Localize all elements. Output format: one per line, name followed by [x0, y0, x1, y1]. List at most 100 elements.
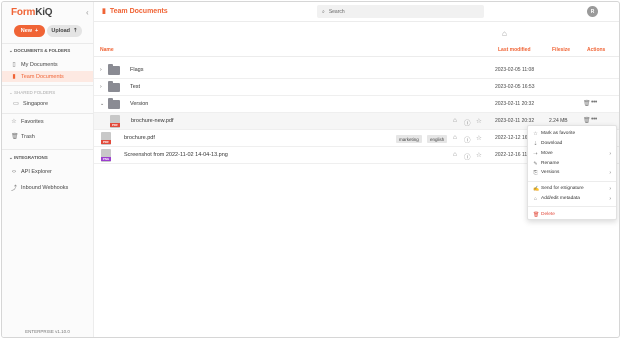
- chevron-right-icon[interactable]: ›: [100, 67, 102, 73]
- chevron-right-icon: ›: [609, 150, 611, 157]
- row-name[interactable]: Test: [130, 84, 140, 90]
- search-input[interactable]: ⌕ Search: [317, 5, 484, 18]
- new-button[interactable]: New +: [14, 25, 45, 37]
- row-date: 2023-02-05 11:08: [495, 67, 535, 73]
- menu-item-download[interactable]: ⇣ Download: [528, 139, 616, 148]
- menu-divider: [528, 181, 616, 182]
- sidebar-item-trash[interactable]: 🗑 Trash: [2, 131, 93, 142]
- column-name[interactable]: Name: [100, 47, 114, 53]
- menu-item-rename[interactable]: ✎ Rename: [528, 159, 616, 168]
- section-integrations[interactable]: ⌄ INTEGRATIONS: [9, 155, 48, 161]
- trash-icon: 🗑: [533, 211, 540, 218]
- menu-item-mark-favorite[interactable]: ☆ Mark as favorite: [528, 129, 616, 138]
- code-icon: ‹›: [12, 168, 16, 175]
- sidebar-item-favorites[interactable]: ☆ Favorites: [2, 116, 93, 127]
- menu-item-edit-metadata[interactable]: ⌂ Add/edit metadata ›: [528, 194, 616, 203]
- chevron-right-icon: ›: [609, 195, 611, 202]
- team-document-icon: ▮: [102, 8, 106, 15]
- sidebar-item-api-explorer[interactable]: ‹› API Explorer: [2, 166, 93, 177]
- column-actions: Actions: [587, 47, 606, 53]
- collapse-sidebar-icon[interactable]: ‹: [86, 8, 89, 17]
- menu-item-delete[interactable]: 🗑 Delete: [528, 210, 616, 219]
- version-label: ENTERPRISE v1.10.0: [25, 329, 70, 334]
- section-shared[interactable]: ⌄ SHARED FOLDERS: [9, 90, 55, 96]
- menu-item-send-esignature[interactable]: ✍ Send for eSignature ›: [528, 184, 616, 193]
- section-documents[interactable]: ⌄ DOCUMENTS & FOLDERS: [9, 48, 70, 54]
- folder-icon: [108, 64, 120, 75]
- tag-filter-icon[interactable]: ⌂: [502, 29, 507, 38]
- tag-icon[interactable]: ⌂: [453, 117, 457, 124]
- upload-button[interactable]: Upload ⇡: [47, 25, 82, 37]
- app-logo[interactable]: FormKiQ: [11, 7, 53, 18]
- table-row[interactable]: › Flags 2023-02-05 11:08: [94, 62, 619, 79]
- row-date: 2023-02-11 20:32: [495, 101, 535, 107]
- star-icon[interactable]: ☆: [476, 134, 482, 142]
- menu-item-versions[interactable]: ⎘ Versions ›: [528, 168, 616, 177]
- trash-icon[interactable]: 🗑: [583, 117, 591, 124]
- rename-icon: ✎: [533, 160, 538, 167]
- tag-icon[interactable]: ⌂: [453, 151, 457, 158]
- upload-icon: ⇡: [73, 28, 78, 34]
- download-icon: ⇣: [533, 140, 538, 147]
- pdf-file-icon: PDF: [110, 115, 120, 128]
- row-name[interactable]: brochure.pdf: [124, 135, 155, 141]
- tag-badge[interactable]: english: [427, 135, 448, 143]
- row-date: 2022-12-12 16: [495, 135, 528, 141]
- new-button-label: New: [20, 28, 33, 34]
- upload-button-label: Upload: [51, 28, 71, 34]
- menu-item-label: Rename: [541, 161, 560, 166]
- webhook-icon: ⤴: [11, 186, 18, 192]
- row-name[interactable]: Version: [130, 101, 148, 107]
- chevron-right-icon: ›: [609, 169, 611, 176]
- sidebar-item-label: Favorites: [21, 118, 44, 125]
- search-icon: ⌕: [322, 8, 325, 15]
- row-name[interactable]: Screenshot from 2022-11-02 14-04-13.png: [124, 152, 228, 158]
- table-row[interactable]: ⌄ Version 2023-02-11 20:32 🗑 •••: [94, 96, 619, 113]
- info-icon[interactable]: ⓘ: [464, 117, 471, 127]
- star-icon[interactable]: ☆: [476, 151, 482, 159]
- versions-icon: ⎘: [533, 169, 538, 176]
- team-document-icon: ▮: [12, 74, 16, 80]
- menu-item-label: Move: [541, 151, 553, 156]
- sidebar: FormKiQ ‹ New + Upload ⇡ ⌄ DOCUMENTS & F…: [2, 2, 94, 337]
- avatar[interactable]: R: [587, 6, 598, 17]
- sidebar-item-label: Inbound Webhooks: [21, 184, 69, 191]
- star-icon[interactable]: ☆: [476, 117, 482, 125]
- plus-icon: +: [35, 28, 39, 34]
- menu-divider: [528, 206, 616, 207]
- info-icon[interactable]: ⓘ: [464, 151, 471, 161]
- sidebar-item-my-documents[interactable]: ▯ My Documents: [2, 59, 93, 70]
- row-name[interactable]: brochure-new.pdf: [131, 118, 174, 124]
- sidebar-item-label: Team Documents: [21, 73, 64, 80]
- sidebar-item-inbound-webhooks[interactable]: ⤴ Inbound Webhooks: [2, 182, 93, 193]
- info-icon[interactable]: ⓘ: [464, 134, 471, 144]
- shared-folder-icon: ▭: [13, 101, 19, 107]
- tag-icon[interactable]: ⌂: [453, 134, 457, 141]
- star-icon: ☆: [11, 119, 17, 125]
- signature-icon: ✍: [533, 185, 540, 192]
- menu-item-move[interactable]: ⇢ Move ›: [528, 149, 616, 158]
- column-last-modified[interactable]: Last modified: [498, 47, 531, 53]
- menu-item-label: Add/edit metadata: [541, 196, 580, 201]
- chevron-right-icon[interactable]: ›: [100, 84, 102, 90]
- menu-item-label: Download: [541, 141, 563, 146]
- chevron-down-icon[interactable]: ⌄: [100, 101, 104, 107]
- more-actions-icon[interactable]: •••: [591, 99, 597, 106]
- table-header: Name Last modified Filesize Actions: [94, 43, 619, 57]
- trash-icon: 🗑: [11, 134, 19, 140]
- move-icon: ⇢: [533, 150, 538, 157]
- star-icon: ☆: [533, 130, 538, 137]
- document-icon: ▯: [12, 62, 16, 68]
- trash-icon[interactable]: 🗑: [583, 100, 591, 107]
- tag-badge[interactable]: marketing: [396, 135, 422, 143]
- search-placeholder: Search: [328, 8, 345, 15]
- row-name[interactable]: Flags: [130, 67, 143, 73]
- menu-item-label: Send for eSignature: [541, 186, 584, 191]
- column-filesize: Filesize: [552, 47, 571, 53]
- row-date: 2023-02-05 16:53: [495, 84, 535, 90]
- table-row[interactable]: › Test 2023-02-05 16:53: [94, 79, 619, 96]
- sidebar-item-team-documents[interactable]: ▮ Team Documents: [2, 71, 93, 82]
- more-actions-icon[interactable]: •••: [591, 116, 597, 123]
- folder-icon: [108, 81, 120, 92]
- sidebar-item-singapore[interactable]: ▭ Singapore: [2, 98, 93, 109]
